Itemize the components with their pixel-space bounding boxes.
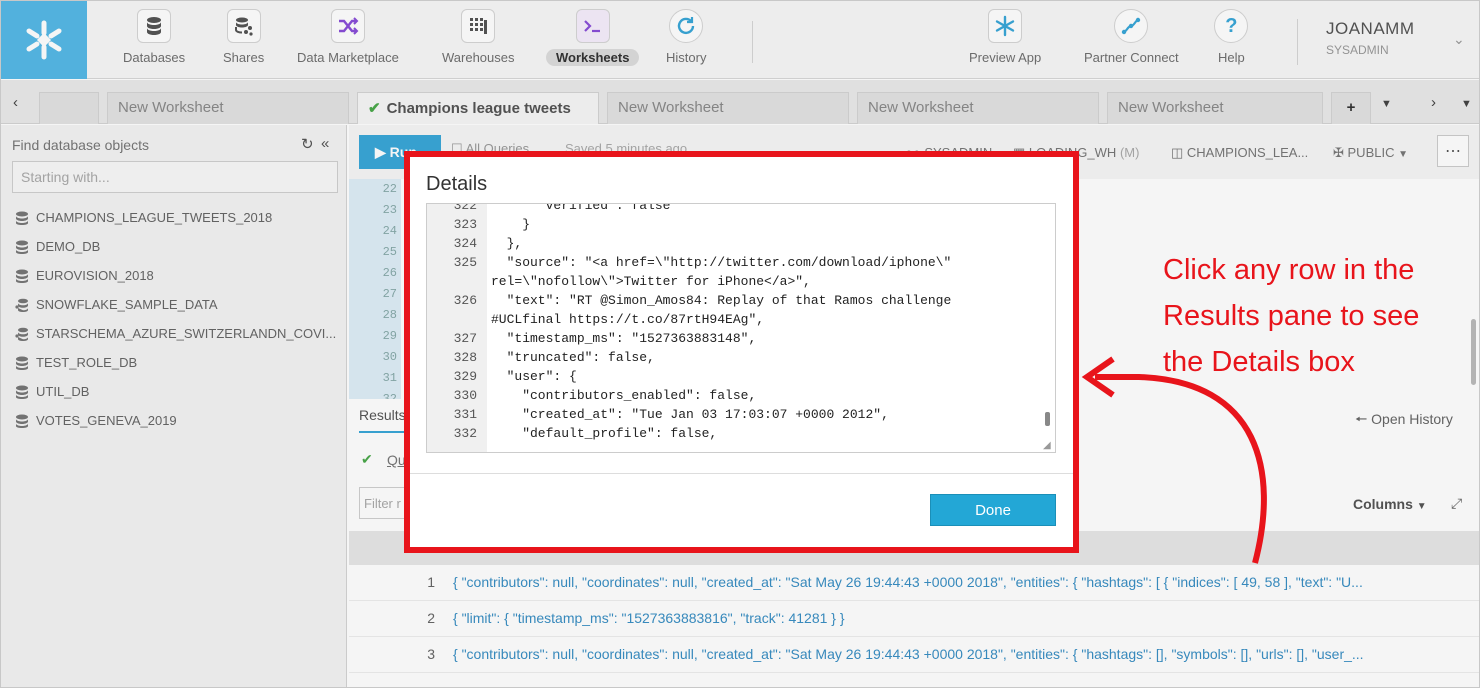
dialog-divider: [410, 473, 1073, 474]
code-line-number: 325: [453, 255, 477, 270]
code-line-number: 331: [453, 407, 477, 422]
code-line-text: rel=\"nofollow\">Twitter for iPhone</a>"…: [491, 274, 811, 289]
code-line-text: "text": "RT @Simon_Amos84: Replay of tha…: [491, 293, 952, 308]
code-line: 324 },: [427, 236, 1055, 255]
code-line: 326 "text": "RT @Simon_Amos84: Replay of…: [427, 293, 1055, 312]
code-line-number: 327: [453, 331, 477, 346]
details-title: Details: [426, 173, 488, 195]
code-line-number: 328: [453, 350, 477, 365]
code-line-text: #UCLfinal https://t.co/87rtH94EAg",: [491, 312, 765, 327]
details-scrollbar[interactable]: [1045, 412, 1050, 426]
code-line: 328 "truncated": false,: [427, 350, 1055, 369]
details-dialog: Details 322 "verified": false 323 } 324 …: [404, 151, 1079, 553]
done-button[interactable]: Done: [930, 494, 1056, 526]
code-line: 331 "created_at": "Tue Jan 03 17:03:07 +…: [427, 407, 1055, 426]
code-line: 323 }: [427, 217, 1055, 236]
resize-handle-icon[interactable]: ◢: [1043, 440, 1051, 451]
code-line: 332 "default_profile": false,: [427, 426, 1055, 445]
callout-arrow-icon: [1081, 356, 1267, 564]
code-line-number: 330: [453, 388, 477, 403]
code-line: 325 "source": "<a href=\"http://twitter.…: [427, 255, 1055, 274]
code-line-text: "source": "<a href=\"http://twitter.com/…: [491, 255, 952, 270]
code-line-number: 329: [453, 369, 477, 384]
code-line-text: }: [491, 217, 531, 232]
code-line-text: "default_profile": false,: [491, 426, 718, 441]
code-line: 329 "user": {: [427, 369, 1055, 388]
code-line: 322 "verified": false: [427, 203, 1055, 217]
code-line: 327 "timestamp_ms": "1527363883148",: [427, 331, 1055, 350]
snowflake-worksheet-window: Databases Shares Data Marketplace Wareho…: [0, 0, 1480, 688]
code-line-text: "truncated": false,: [491, 350, 655, 365]
code-line: rel=\"nofollow\">Twitter for iPhone</a>"…: [427, 274, 1055, 293]
code-line-text: "contributors_enabled": false,: [491, 388, 757, 403]
code-line-number: 326: [453, 293, 477, 308]
code-line-number: 323: [453, 217, 477, 232]
code-line-text: },: [491, 236, 523, 251]
code-line: #UCLfinal https://t.co/87rtH94EAg",: [427, 312, 1055, 331]
code-line-text: "created_at": "Tue Jan 03 17:03:07 +0000…: [491, 407, 889, 422]
code-line-number: 332: [453, 426, 477, 441]
code-line-text: "timestamp_ms": "1527363883148",: [491, 331, 757, 346]
details-json-viewer[interactable]: 322 "verified": false 323 } 324 }, 325 "…: [426, 203, 1056, 453]
code-line-number: 324: [453, 236, 477, 251]
code-line-number: 322: [453, 203, 477, 213]
code-line-text: "user": {: [491, 369, 577, 384]
code-line-text: "verified": false: [491, 203, 671, 213]
code-line: 330 "contributors_enabled": false,: [427, 388, 1055, 407]
